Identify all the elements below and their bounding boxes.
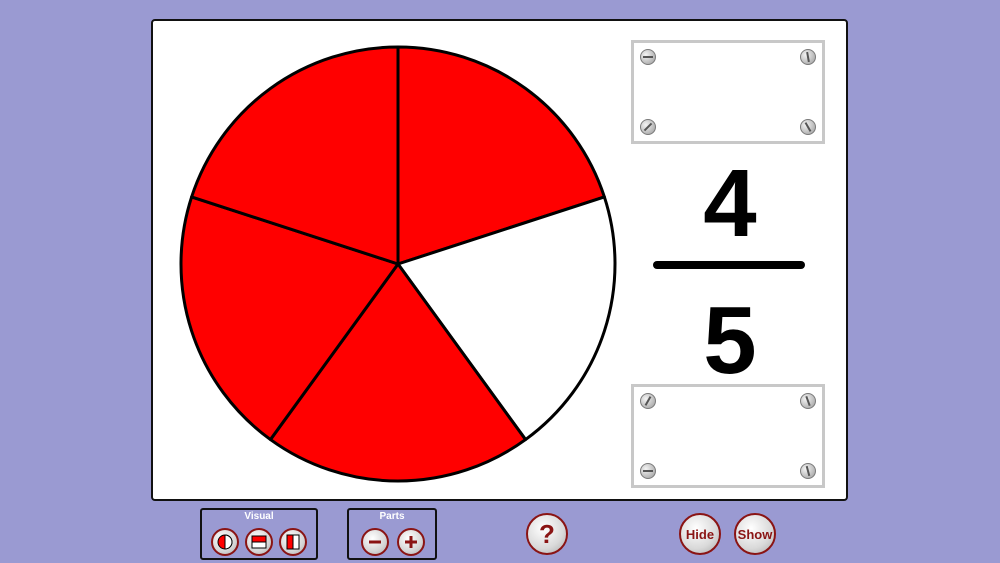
screw-icon	[800, 393, 816, 409]
numerator-value: 4	[703, 150, 757, 257]
help-button[interactable]: ?	[526, 513, 568, 555]
denominator-plate	[631, 384, 825, 488]
horizontal-bar-visual-icon	[251, 535, 267, 549]
plus-icon	[405, 536, 417, 548]
show-button[interactable]: Show	[734, 513, 776, 555]
decrease-parts-button[interactable]	[361, 528, 389, 556]
screw-icon	[800, 119, 816, 135]
minus-icon	[369, 540, 381, 544]
screw-icon	[640, 463, 656, 479]
screw-icon	[640, 393, 656, 409]
pie-visual-button[interactable]	[211, 528, 239, 556]
screw-icon	[800, 49, 816, 65]
hide-button[interactable]: Hide	[679, 513, 721, 555]
fraction-board: 4 5	[151, 19, 848, 501]
visual-panel-title: Visual	[244, 511, 274, 522]
parts-panel: Parts	[347, 508, 437, 560]
denominator-value: 5	[703, 287, 757, 394]
parts-panel-title: Parts	[379, 511, 405, 522]
screw-icon	[640, 49, 656, 65]
horizontal-bar-visual-button[interactable]	[245, 528, 273, 556]
pie-visual-icon	[217, 534, 233, 550]
numerator-plate	[631, 40, 825, 144]
fraction-pie[interactable]	[173, 43, 623, 487]
fraction-bar	[653, 261, 805, 269]
visual-panel: Visual	[200, 508, 318, 560]
vertical-bar-visual-button[interactable]	[279, 528, 307, 556]
vertical-bar-visual-icon	[286, 534, 300, 550]
screw-icon	[640, 119, 656, 135]
screw-icon	[800, 463, 816, 479]
increase-parts-button[interactable]	[397, 528, 425, 556]
